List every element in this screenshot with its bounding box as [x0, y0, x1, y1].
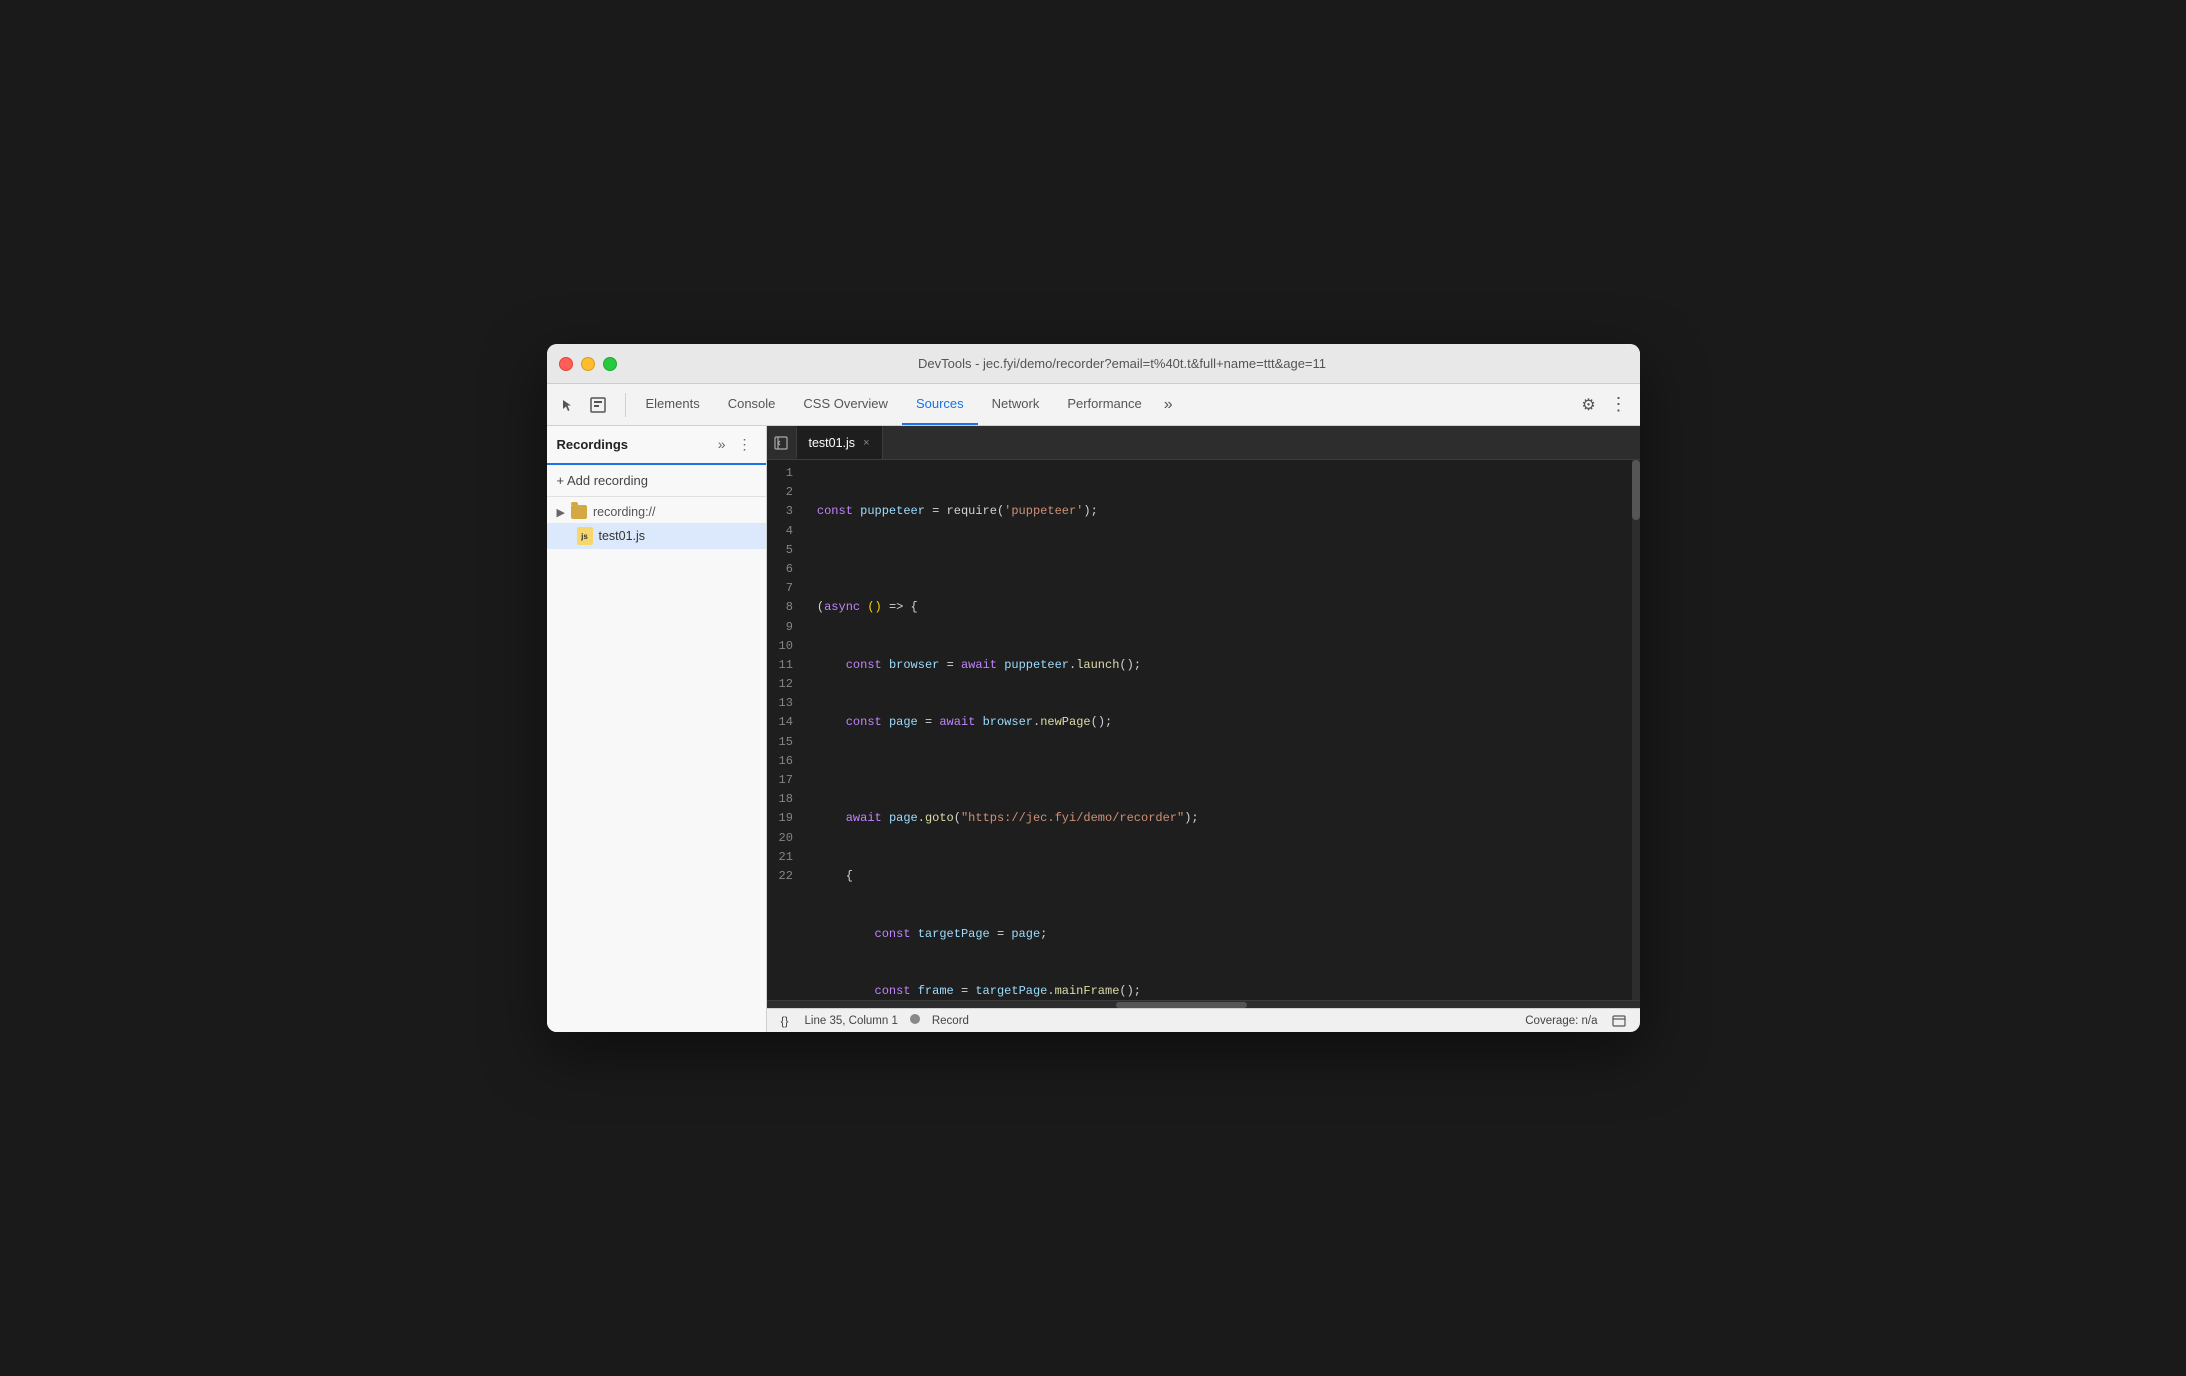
h-scrollbar-track [767, 1001, 1640, 1008]
window-title: DevTools - jec.fyi/demo/recorder?email=t… [617, 356, 1628, 371]
devtools-window: DevTools - jec.fyi/demo/recorder?email=t… [547, 344, 1640, 1032]
toolbar-right: ⚙ ⋮ [1576, 392, 1632, 418]
main-panel: test01.js × 1 2 3 4 5 6 7 [767, 426, 1640, 1032]
tab-console[interactable]: Console [714, 384, 790, 425]
format-icon: {} [781, 1014, 789, 1028]
more-options-button[interactable]: ⋮ [1606, 392, 1632, 418]
sidebar-expand-icon[interactable]: » [714, 434, 730, 455]
status-bar-right: Coverage: n/a [1525, 1010, 1629, 1032]
editor-tab-close[interactable]: × [863, 437, 869, 449]
tab-elements[interactable]: Elements [632, 384, 714, 425]
editor-tab-filename: test01.js [809, 436, 856, 450]
maximize-button[interactable] [603, 357, 617, 371]
coverage-label: Coverage: n/a [1525, 1015, 1597, 1027]
more-vert-icon: ⋮ [1610, 394, 1628, 415]
add-recording-label: + Add recording [557, 473, 648, 488]
panel-toggle-button[interactable] [767, 428, 797, 458]
cursor-position: Line 35, Column 1 [805, 1015, 898, 1027]
sidebar-header-icons: » ⋮ [714, 434, 756, 455]
settings-button[interactable]: ⚙ [1576, 392, 1602, 418]
main-body: Recordings » ⋮ + Add recording ▶ recordi… [547, 426, 1640, 1032]
minimize-button[interactable] [581, 357, 595, 371]
code-area[interactable]: 1 2 3 4 5 6 7 8 9 10 11 12 13 [767, 460, 1640, 1000]
code-content: 1 2 3 4 5 6 7 8 9 10 11 12 13 [767, 460, 1640, 1000]
tree-file-test01[interactable]: js test01.js [547, 523, 766, 549]
editor-tab-test01[interactable]: test01.js × [797, 426, 883, 459]
inspect-icon[interactable] [585, 392, 611, 418]
folder-icon [571, 505, 587, 519]
status-bar: {} Line 35, Column 1 Record Coverage: n/… [767, 1008, 1640, 1032]
record-label[interactable]: Record [932, 1015, 969, 1027]
sidebar-title: Recordings [557, 437, 629, 452]
devtools: Elements Console CSS Overview Sources Ne… [547, 384, 1640, 1032]
file-name: test01.js [599, 529, 646, 543]
record-dot-icon [910, 1014, 920, 1027]
vertical-scrollbar[interactable] [1632, 460, 1640, 1000]
add-recording-button[interactable]: + Add recording [547, 465, 766, 497]
sidebar: Recordings » ⋮ + Add recording ▶ recordi… [547, 426, 767, 1032]
line-numbers: 1 2 3 4 5 6 7 8 9 10 11 12 13 [767, 464, 805, 1000]
file-tree: ▶ recording:// js test01.js [547, 497, 766, 1032]
close-button[interactable] [559, 357, 573, 371]
editor-tabs: test01.js × [767, 426, 1640, 460]
toolbar-icons [555, 392, 611, 418]
format-button[interactable]: {} [777, 1008, 793, 1033]
toolbar-divider [625, 393, 626, 417]
layers-button[interactable] [1608, 1010, 1630, 1032]
traffic-lights [559, 357, 617, 371]
tab-css-overview[interactable]: CSS Overview [789, 384, 902, 425]
tab-sources[interactable]: Sources [902, 384, 978, 425]
code-lines: const puppeteer = require('puppeteer'); … [805, 464, 1640, 1000]
tree-folder-recording[interactable]: ▶ recording:// [547, 501, 766, 523]
scrollbar-thumb[interactable] [1632, 460, 1640, 520]
tab-performance[interactable]: Performance [1053, 384, 1155, 425]
folder-name: recording:// [593, 505, 656, 519]
titlebar: DevTools - jec.fyi/demo/recorder?email=t… [547, 344, 1640, 384]
cursor-icon[interactable] [555, 392, 581, 418]
h-scrollbar-thumb[interactable] [1116, 1002, 1247, 1008]
horizontal-scrollbar[interactable] [767, 1000, 1640, 1008]
sidebar-menu-icon[interactable]: ⋮ [734, 434, 756, 455]
settings-icon: ⚙ [1581, 395, 1595, 415]
sidebar-header: Recordings » ⋮ [547, 426, 766, 465]
main-toolbar: Elements Console CSS Overview Sources Ne… [547, 384, 1640, 426]
tab-network[interactable]: Network [978, 384, 1054, 425]
nav-tabs: Elements Console CSS Overview Sources Ne… [632, 384, 1181, 425]
more-tabs-button[interactable]: » [1156, 396, 1181, 414]
js-file-icon: js [577, 527, 593, 545]
folder-expand-icon: ▶ [557, 506, 565, 519]
